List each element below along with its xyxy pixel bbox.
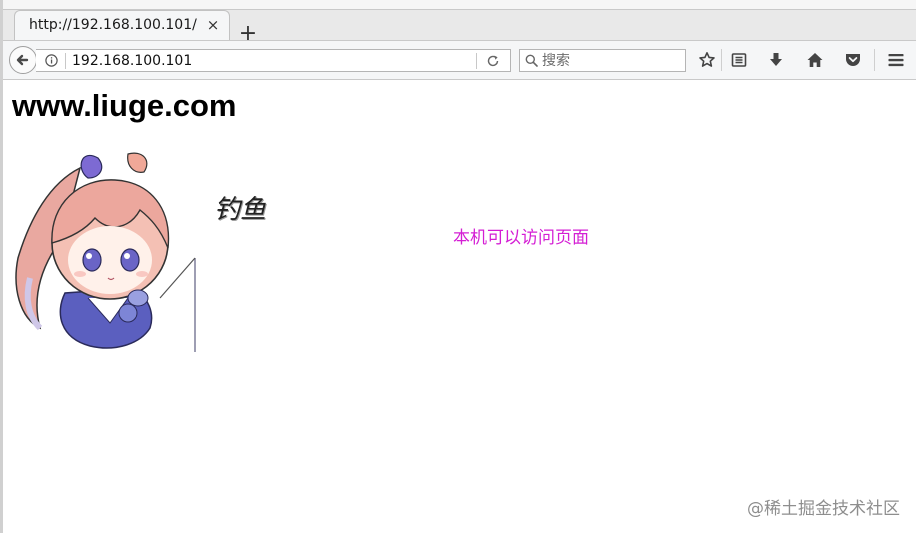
address-bar[interactable]: 192.168.100.101 <box>36 49 511 72</box>
window-top-strip <box>0 0 916 10</box>
image-caption: 钓鱼 <box>214 195 267 225</box>
reload-separator <box>476 53 477 69</box>
access-message: 本机可以访问页面 <box>453 228 589 248</box>
url-separator <box>65 53 66 69</box>
search-input[interactable] <box>542 51 682 70</box>
menu-icon[interactable] <box>887 51 905 69</box>
tab-bar: http://192.168.100.101/ × + <box>0 10 916 45</box>
star-icon[interactable] <box>698 51 716 69</box>
page-heading: www.liuge.com <box>12 88 237 123</box>
home-icon[interactable] <box>806 51 824 69</box>
toolbar-separator <box>721 49 722 71</box>
reading-list-icon[interactable] <box>730 51 748 69</box>
window-left-border <box>0 0 3 533</box>
back-button[interactable] <box>9 46 37 74</box>
info-icon[interactable] <box>45 54 58 67</box>
url-text[interactable]: 192.168.100.101 <box>72 53 192 69</box>
tab-title: http://192.168.100.101/ <box>29 17 197 33</box>
anime-girl-illustration <box>15 152 196 352</box>
download-icon[interactable] <box>767 51 785 69</box>
browser-tab[interactable]: http://192.168.100.101/ × <box>14 10 230 40</box>
watermark: @稀土掘金技术社区 <box>747 499 900 519</box>
navigation-toolbar: 192.168.100.101 <box>0 40 916 80</box>
reload-icon[interactable] <box>486 54 500 68</box>
toolbar-separator <box>874 49 875 71</box>
back-icon <box>16 54 29 66</box>
pocket-icon[interactable] <box>844 51 862 69</box>
search-bar[interactable] <box>519 49 686 72</box>
search-icon <box>525 54 538 67</box>
tab-close-button[interactable]: × <box>205 16 221 34</box>
